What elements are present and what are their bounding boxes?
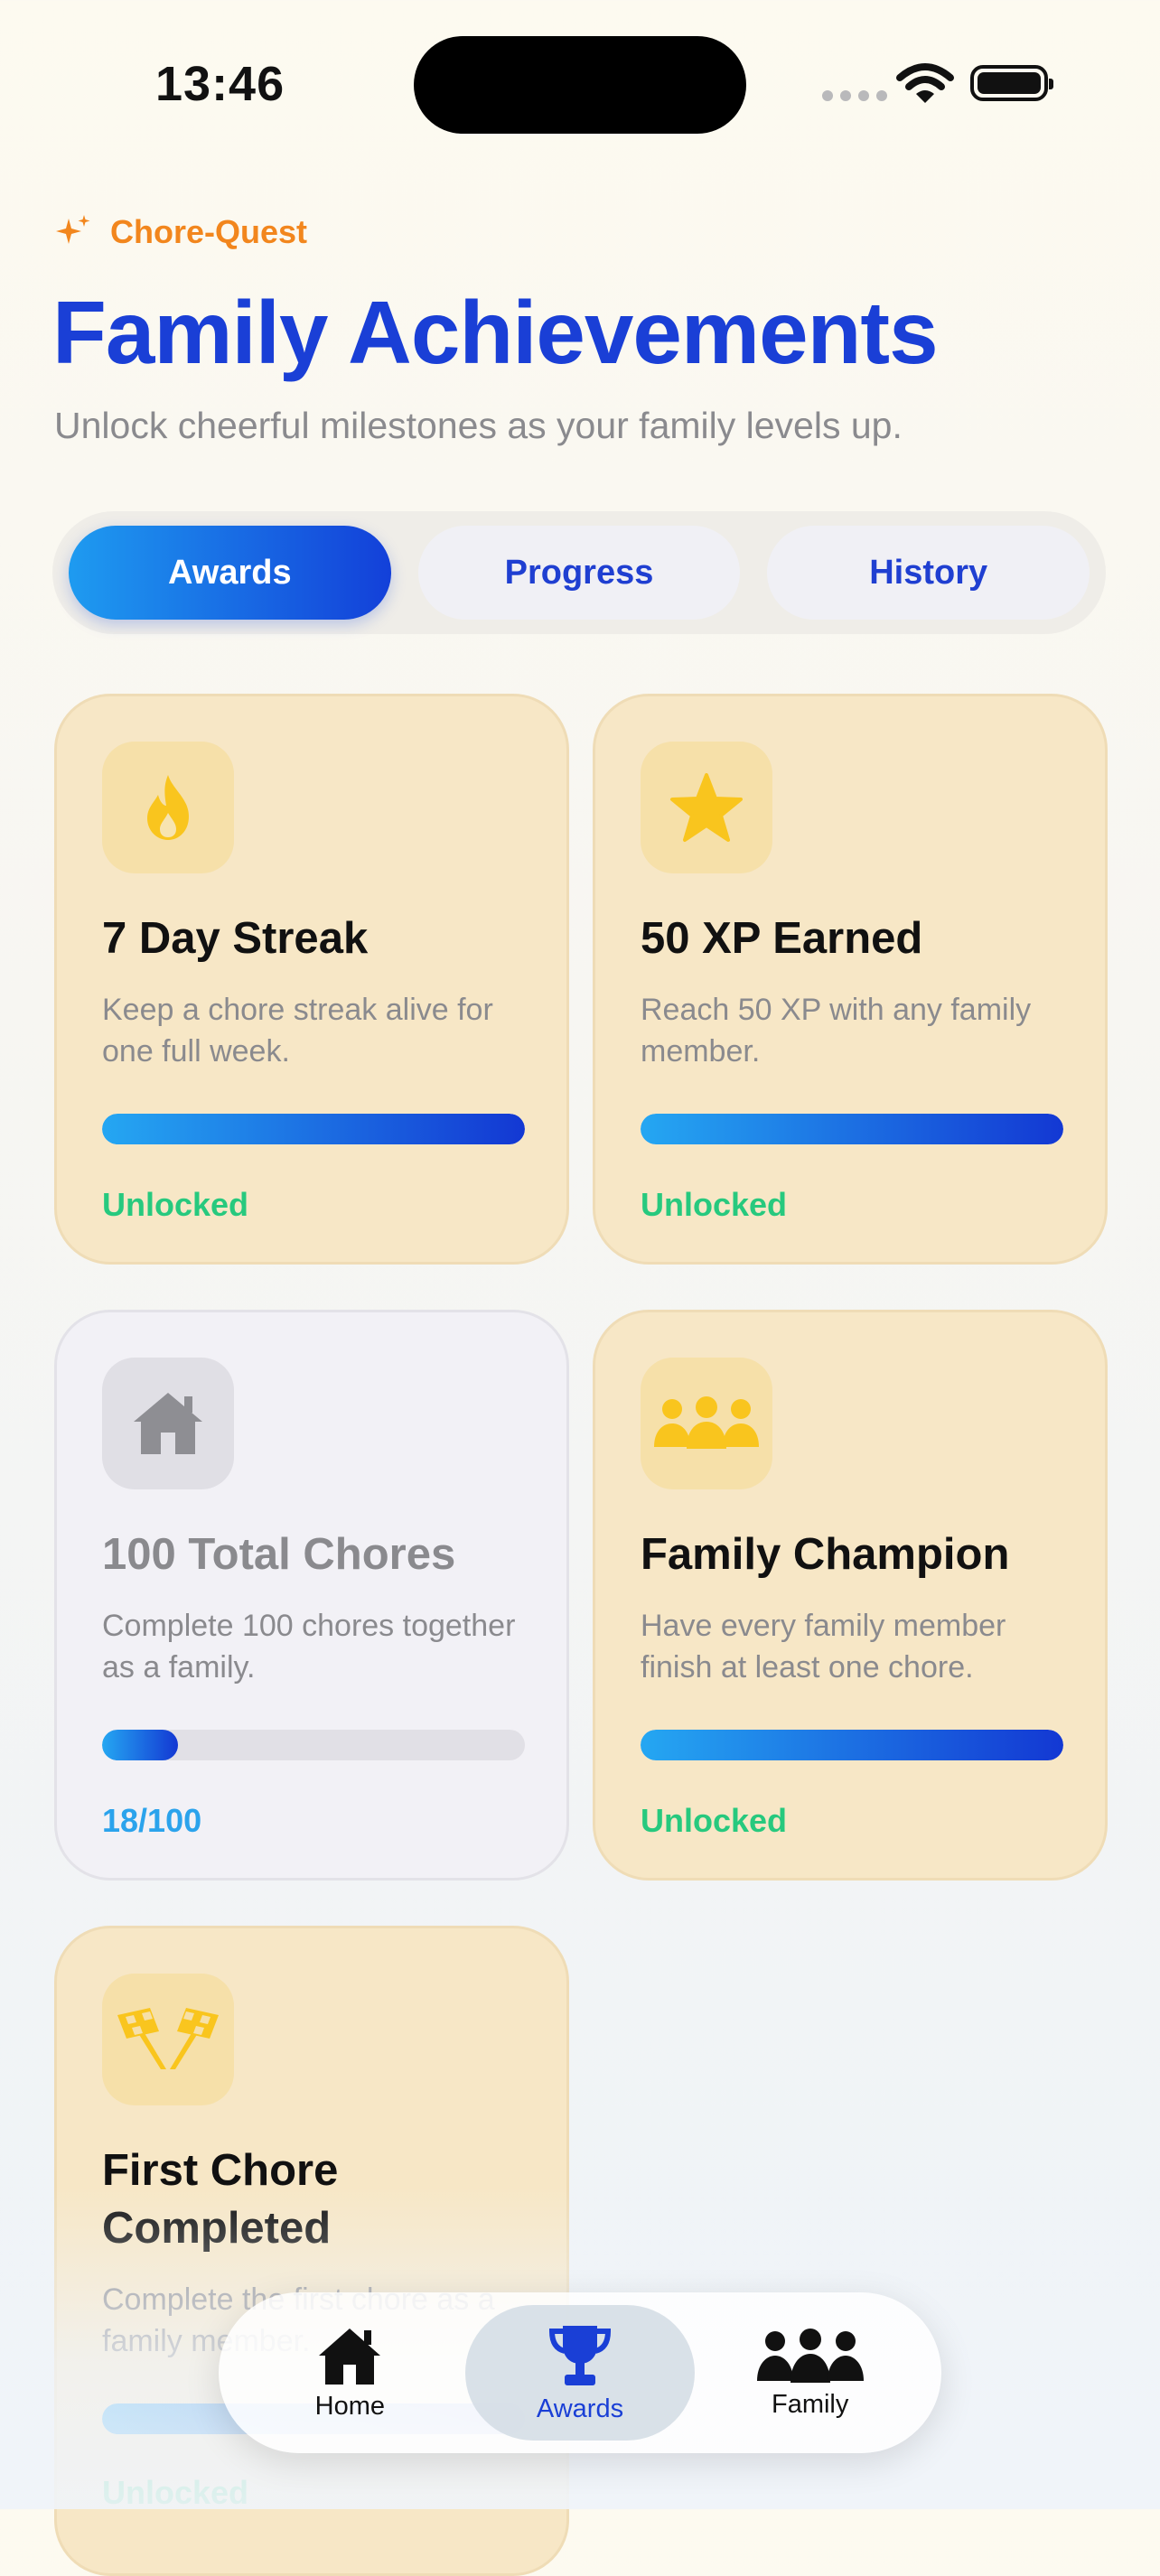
checkered-flags-icon [117, 2008, 219, 2069]
tab-progress[interactable]: Progress [417, 526, 741, 620]
house-icon [319, 2328, 381, 2385]
achievement-card-family-champion[interactable]: Family Champion Have every family member… [593, 1310, 1108, 1881]
achievement-description: Reach 50 XP with any family member. [641, 993, 1032, 1069]
sparkles-icon [56, 215, 90, 244]
achievement-card-first-chore[interactable]: First Chore Completed Complete the first… [54, 1926, 569, 2576]
status-time: 13:46 [155, 57, 285, 111]
achievement-badge [102, 742, 234, 873]
progress-bar [102, 1730, 525, 1760]
achievement-title: 100 Total Chores [102, 1530, 456, 1579]
progress-bar [641, 1730, 1063, 1760]
bottom-tab-bar: Home Awards Family [219, 2292, 941, 2453]
achievement-status: 18/100 [102, 1802, 202, 1839]
achievement-card-7-day-streak[interactable]: 7 Day Streak Keep a chore streak alive f… [54, 694, 569, 1265]
achievement-badge [641, 1358, 772, 1489]
battery-icon [970, 65, 1053, 101]
achievement-badge [641, 742, 772, 873]
achievement-status: Unlocked [641, 1186, 788, 1223]
wifi-icon [896, 63, 954, 103]
brand-name: Chore-Quest [110, 213, 308, 250]
people-icon [654, 1396, 759, 1449]
cellular-signal-icon [822, 90, 887, 101]
achievement-card-100-chores[interactable]: 100 Total Chores Complete 100 chores tog… [54, 1310, 569, 1881]
page-subtitle: Unlock cheerful milestones as your famil… [54, 405, 903, 446]
status-bar: 13:46 [0, 0, 1160, 163]
tabbar-item-awards[interactable]: Awards [464, 2305, 696, 2441]
achievement-status: Unlocked [641, 1802, 788, 1839]
tabbar-label: Home [314, 2391, 386, 2421]
progress-bar [641, 1114, 1063, 1144]
trophy-icon [548, 2325, 612, 2385]
segmented-control: Awards Progress History [52, 511, 1106, 634]
flame-icon [147, 775, 189, 840]
achievement-description: Have every family member finish at least… [641, 1609, 1006, 1685]
achievement-title: First Chore Completed [102, 2146, 339, 2253]
brand: Chore-Quest [54, 213, 307, 251]
achievement-title: 50 XP Earned [641, 914, 923, 963]
achievement-card-50-xp[interactable]: 50 XP Earned Reach 50 XP with any family… [593, 694, 1108, 1265]
dynamic-island [414, 36, 746, 134]
tabbar-item-family[interactable]: Family [695, 2305, 925, 2441]
achievement-title: 7 Day Streak [102, 914, 369, 963]
achievement-status: Unlocked [102, 1186, 249, 1223]
people-icon [756, 2328, 864, 2383]
house-icon [134, 1393, 202, 1454]
tabbar-item-home[interactable]: Home [235, 2305, 465, 2441]
tabbar-label: Awards [536, 2394, 624, 2423]
achievement-description: Keep a chore streak alive for one full w… [102, 993, 493, 1069]
page-title: Family Achievements [52, 283, 939, 382]
achievement-badge [102, 1974, 234, 2105]
progress-bar [102, 1114, 525, 1144]
achievement-title: Family Champion [641, 1530, 1010, 1579]
achievement-badge [102, 1358, 234, 1489]
achievement-description: Complete 100 chores together as a family… [102, 1609, 516, 1685]
tab-history[interactable]: History [767, 526, 1090, 620]
tab-awards[interactable]: Awards [69, 526, 391, 620]
achievement-status: Unlocked [102, 2474, 249, 2511]
tabbar-label: Family [771, 2389, 849, 2419]
star-icon [670, 773, 743, 842]
